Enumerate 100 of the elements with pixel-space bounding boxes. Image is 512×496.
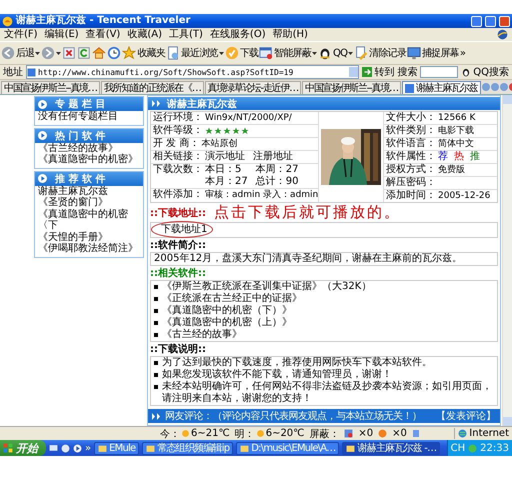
page-icon <box>166 46 180 60</box>
sidebar-link[interactable]: 《天惶的手册》 <box>35 232 143 243</box>
page-icon <box>412 429 420 438</box>
scrollbar[interactable] <box>502 95 512 426</box>
related-link[interactable]: 《真道隐密中的机密（上）》 <box>162 317 292 329</box>
highlight-ellipse <box>151 221 213 238</box>
info-label: 软件类别： <box>386 125 436 137</box>
info-label: 软件属性： <box>386 151 436 163</box>
taskbar-button[interactable]: 谢赫主麻瓦尔兹 -… <box>342 442 440 454</box>
recent-button[interactable]: 最近浏览 <box>166 46 224 60</box>
forward-button[interactable] <box>41 46 62 60</box>
home-button[interactable] <box>92 46 106 60</box>
menu-item[interactable]: 工具(T) <box>169 30 203 40</box>
minimize-button[interactable] <box>471 16 482 26</box>
sun-icon <box>181 429 190 438</box>
related-link[interactable]: 《正统派在古兰经正中的证据》 <box>162 293 302 305</box>
info-value: 12566 K <box>438 112 476 124</box>
sidebar-link[interactable]: 谢赫主麻瓦尔兹 <box>35 186 143 197</box>
related-link[interactable]: 《古兰经的故事》 <box>162 329 242 341</box>
more-button[interactable]: » <box>85 442 92 454</box>
play-icon <box>38 100 47 108</box>
qq-button[interactable]: QQ <box>318 46 354 60</box>
download-button[interactable]: 下载 <box>224 46 258 60</box>
menu-item[interactable]: 文件(F) <box>4 30 38 40</box>
clock: 22:33 <box>480 442 509 454</box>
browser-tab[interactable]: 中国宣扬伊斯兰--真境… <box>1 81 100 94</box>
panel-title: 推 荐 软 件 <box>55 172 106 186</box>
refresh-button[interactable] <box>77 46 92 60</box>
caret-icon <box>218 52 224 54</box>
sidebar-link[interactable]: 《圣贤的窗门》 <box>35 197 143 208</box>
info-label: 软件等级： <box>153 125 203 137</box>
browser-tab[interactable]: 谢赫主麻瓦尔兹 <box>402 81 480 94</box>
address-field[interactable]: http://www.chinamufti.org/Soft/ShowSoft.asp?SoftID=19 <box>26 65 360 79</box>
app-icon <box>2 16 13 26</box>
info-value: 2005-12-26 <box>438 190 490 202</box>
panel-title: 热 门 软 件 <box>55 129 106 142</box>
media-icon[interactable] <box>73 444 82 452</box>
download-count: 本周：27 <box>256 164 298 176</box>
section-heading: ::软件简介:: <box>150 240 207 252</box>
taskbar-button[interactable]: 常态组织频编辑ip <box>142 442 234 454</box>
maximize-button[interactable] <box>485 16 496 26</box>
history-button[interactable] <box>107 46 122 60</box>
caret-icon <box>312 52 318 54</box>
browser-tab[interactable]: 中国宣扬伊斯兰--真境… <box>302 81 401 94</box>
menu-item[interactable]: 在线服务(O) <box>210 30 266 40</box>
taskbar-button[interactable]: D:\music\EMule\A… <box>236 442 340 454</box>
related-link[interactable]: 注册地址 <box>253 151 293 163</box>
window-icon <box>344 429 354 438</box>
window-title: 谢赫主麻瓦尔兹 - Tencent Traveler <box>16 16 192 26</box>
annotation-text: 点击下载后就可播放的。 <box>214 203 401 222</box>
related-link[interactable]: 演示地址 <box>205 151 245 163</box>
bullet-icon <box>154 309 158 313</box>
star-icon <box>122 46 136 60</box>
taskbar-button[interactable]: EMule <box>94 442 140 454</box>
sidebar-link[interactable]: 没有任何专题栏目 <box>35 111 143 122</box>
menu-item[interactable]: 查看(V) <box>86 30 120 40</box>
block-button[interactable]: 智能屏蔽 <box>259 46 318 60</box>
download-link[interactable]: 下载地址1 <box>161 224 208 235</box>
block-count: ×0 <box>358 428 374 439</box>
sidebar-link[interactable]: 《伊喝耶教法经简注》 <box>35 243 143 254</box>
info-value: 审核：admin 录入：admin <box>205 189 318 201</box>
capture-button[interactable]: 捕捉屏幕 <box>407 46 459 60</box>
clear-button[interactable]: 清除记录 <box>354 46 406 60</box>
search-label: 搜索 <box>397 66 418 79</box>
browser-tab[interactable]: 我所知道的正统派在《… <box>100 81 204 94</box>
info-label: 开 发 商： <box>153 138 200 150</box>
desktop-icon[interactable] <box>49 444 58 452</box>
related-link[interactable]: 《真道隐密中的机密（下）》 <box>162 305 292 317</box>
info-value: 本站原创 <box>201 138 238 150</box>
temperature: 6~21℃ <box>191 428 230 439</box>
info-label: 相关链接： <box>153 151 203 163</box>
qq-search-button[interactable]: QQ搜索 <box>461 65 509 79</box>
start-button[interactable]: 开始 <box>0 440 46 456</box>
bullet-icon <box>154 333 158 337</box>
arrow-icon <box>362 67 372 77</box>
menu-item[interactable]: 收藏(A) <box>127 30 162 40</box>
sidebar-link[interactable]: 《真道隐密中的机密》 <box>35 154 143 166</box>
weather-label: 明： <box>234 428 255 440</box>
folder-icon <box>98 444 108 452</box>
globe-logo-icon <box>497 29 508 40</box>
menu-item[interactable]: 帮助(H) <box>272 30 308 40</box>
back-button[interactable]: 后退 <box>1 46 40 60</box>
attribute-tag: 荐 <box>438 151 448 163</box>
block-count: ×0 <box>392 428 407 439</box>
sidebar-link[interactable]: 《真道隐密中的机密〈下 <box>35 208 143 232</box>
go-button[interactable]: 转到 <box>362 65 394 79</box>
info-label: 添加时间： <box>386 190 436 202</box>
sidebar-link[interactable]: 《古兰经的故事》 <box>35 142 143 154</box>
search-field[interactable] <box>420 66 458 78</box>
close-button[interactable] <box>499 16 510 26</box>
info-label: 运行环境： <box>153 112 203 124</box>
intro-text: 2005年12月，盘溪大东门清真寺圣纪期间，谢赫在主麻前的瓦尔兹。 <box>150 252 498 266</box>
info-value: 电影下载 <box>438 125 474 137</box>
stop-button[interactable] <box>62 46 76 60</box>
favorites-button[interactable]: 收藏夹 <box>122 46 166 60</box>
post-comment-link[interactable]: 【发表评论】 <box>436 409 496 423</box>
browser-tab[interactable]: 真境绿草论坛-走近伊… <box>204 81 302 94</box>
more-button[interactable]: » <box>460 48 466 58</box>
menu-item[interactable]: 编辑(E) <box>44 30 79 40</box>
related-link[interactable]: 《伊斯兰教正统派在圣训集中证据》（大32K） <box>162 281 372 293</box>
